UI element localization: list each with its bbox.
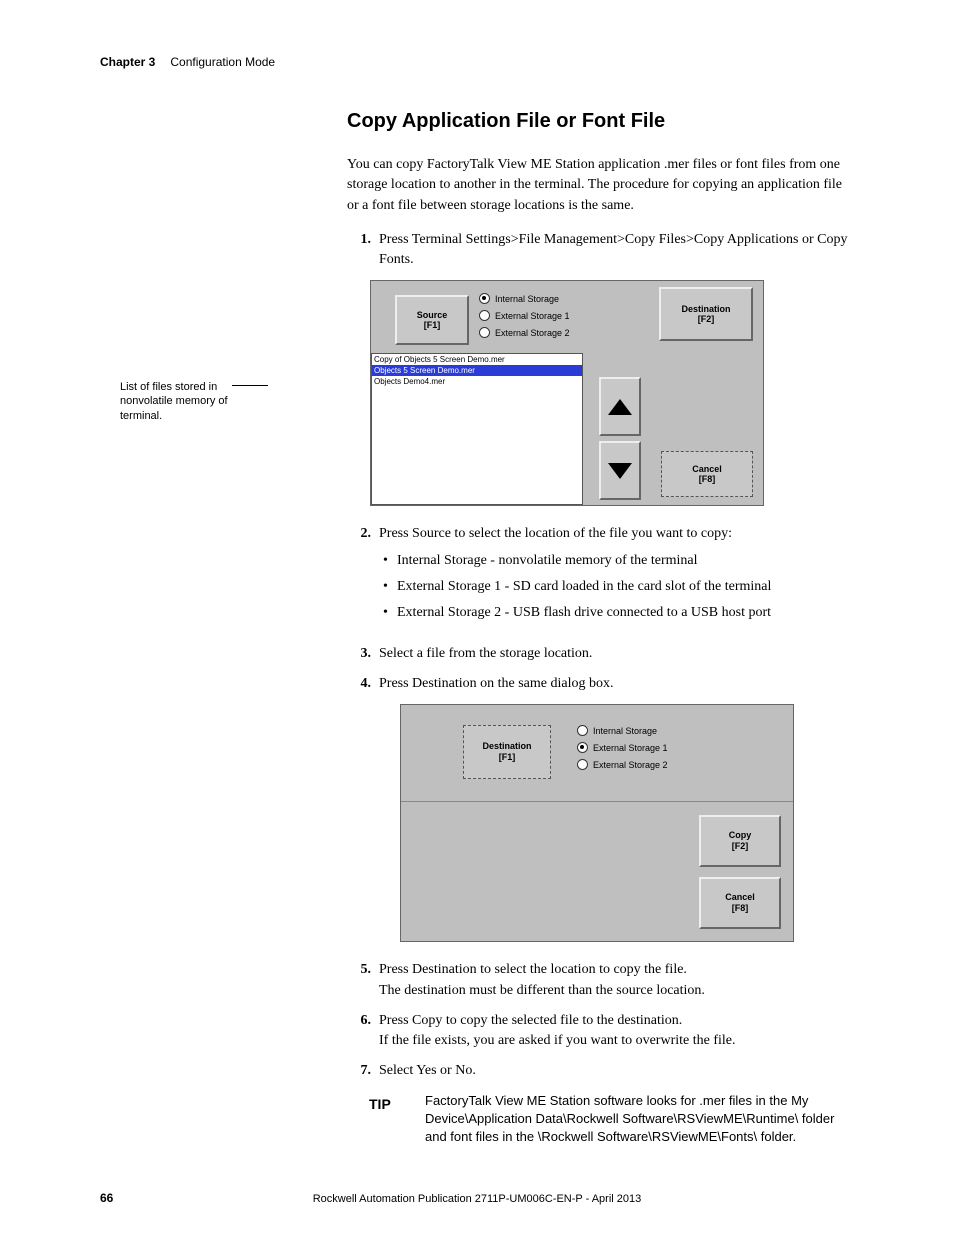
cancel-button[interactable]: Cancel [F8]: [661, 451, 753, 497]
step-7-text: Select Yes or No.: [379, 1061, 854, 1081]
arrow-down-icon: [608, 463, 632, 479]
radio-internal-storage[interactable]: Internal Storage: [479, 293, 570, 304]
destination-button-key: [F2]: [698, 314, 715, 325]
scroll-up-button[interactable]: [599, 377, 641, 436]
source-button[interactable]: Source [F1]: [395, 295, 469, 345]
destination-button-label: Destination: [681, 304, 730, 315]
radio-external-storage-2[interactable]: External Storage 2: [577, 759, 668, 770]
radio-external-storage-1[interactable]: External Storage 1: [479, 310, 570, 321]
step-2-bullet-b: External Storage 1 - SD card loaded in t…: [379, 577, 854, 597]
file-list-item[interactable]: Objects Demo4.mer: [372, 376, 582, 387]
file-list[interactable]: Copy of Objects 5 Screen Demo.mer Object…: [371, 353, 583, 505]
tip-text: FactoryTalk View ME Station software loo…: [425, 1092, 854, 1147]
step-5-text-a: Press Destination to select the location…: [379, 962, 687, 977]
source-dialog-screenshot: Source [F1] Internal Storage External St…: [370, 280, 764, 506]
step-number: 5.: [347, 960, 371, 1001]
radio-icon: [479, 293, 490, 304]
scroll-down-button[interactable]: [599, 441, 641, 500]
running-head: Chapter 3 Configuration Mode: [100, 55, 854, 70]
step-3-text: Select a file from the storage location.: [379, 644, 854, 664]
chapter-label: Chapter 3: [100, 55, 155, 69]
source-button-label: Source: [417, 310, 448, 321]
cancel-button-label: Cancel: [725, 892, 755, 903]
copy-button-key: [F2]: [732, 841, 749, 852]
section-heading: Copy Application File or Font File: [347, 110, 854, 133]
section-label: Configuration Mode: [170, 55, 275, 69]
step-number: 2.: [347, 524, 371, 633]
copy-button-label: Copy: [729, 830, 752, 841]
cancel-button-key: [F8]: [732, 903, 749, 914]
destination-button-key: [F1]: [499, 752, 516, 763]
step-2-bullet-a: Internal Storage - nonvolatile memory of…: [379, 551, 854, 571]
tip-label: TIP: [369, 1092, 425, 1147]
side-caption: List of files stored in nonvolatile memo…: [120, 380, 240, 423]
radio-icon: [577, 759, 588, 770]
step-2-bullet-c: External Storage 2 - USB flash drive con…: [379, 603, 854, 623]
destination-button[interactable]: Destination [F2]: [659, 287, 753, 341]
destination-dialog-screenshot: Destination [F1] Internal Storage Extern…: [400, 704, 794, 942]
footer-publication: Rockwell Automation Publication 2711P-UM…: [0, 1193, 954, 1205]
radio-internal-storage[interactable]: Internal Storage: [577, 725, 668, 736]
file-list-item[interactable]: Copy of Objects 5 Screen Demo.mer: [372, 354, 582, 365]
step-2-text: Press Source to select the location of t…: [379, 526, 732, 541]
arrow-up-icon: [608, 399, 632, 415]
step-6-text-b: If the file exists, you are asked if you…: [379, 1033, 736, 1048]
step-number: 1.: [347, 230, 371, 271]
step-4-text: Press Destination on the same dialog box…: [379, 674, 854, 694]
cancel-button[interactable]: Cancel [F8]: [699, 877, 781, 929]
cancel-button-label: Cancel: [692, 464, 722, 475]
source-button-key: [F1]: [424, 320, 441, 331]
tip-block: TIP FactoryTalk View ME Station software…: [369, 1092, 854, 1147]
cancel-button-key: [F8]: [699, 474, 716, 485]
radio-icon: [479, 327, 490, 338]
radio-icon: [577, 742, 588, 753]
step-number: 7.: [347, 1061, 371, 1081]
intro-paragraph: You can copy FactoryTalk View ME Station…: [347, 155, 854, 216]
radio-external-storage-2[interactable]: External Storage 2: [479, 327, 570, 338]
radio-external-storage-1[interactable]: External Storage 1: [577, 742, 668, 753]
step-number: 6.: [347, 1011, 371, 1052]
destination-button[interactable]: Destination [F1]: [463, 725, 551, 779]
step-number: 4.: [347, 674, 371, 694]
step-5-text-b: The destination must be different than t…: [379, 983, 705, 998]
copy-button[interactable]: Copy [F2]: [699, 815, 781, 867]
step-number: 3.: [347, 644, 371, 664]
destination-button-label: Destination: [482, 741, 531, 752]
caption-leader-line: [232, 385, 268, 386]
step-1-text: Press Terminal Settings>File Management>…: [379, 230, 854, 271]
radio-icon: [479, 310, 490, 321]
step-6-text-a: Press Copy to copy the selected file to …: [379, 1013, 682, 1028]
file-list-item-selected[interactable]: Objects 5 Screen Demo.mer: [372, 365, 582, 376]
radio-icon: [577, 725, 588, 736]
